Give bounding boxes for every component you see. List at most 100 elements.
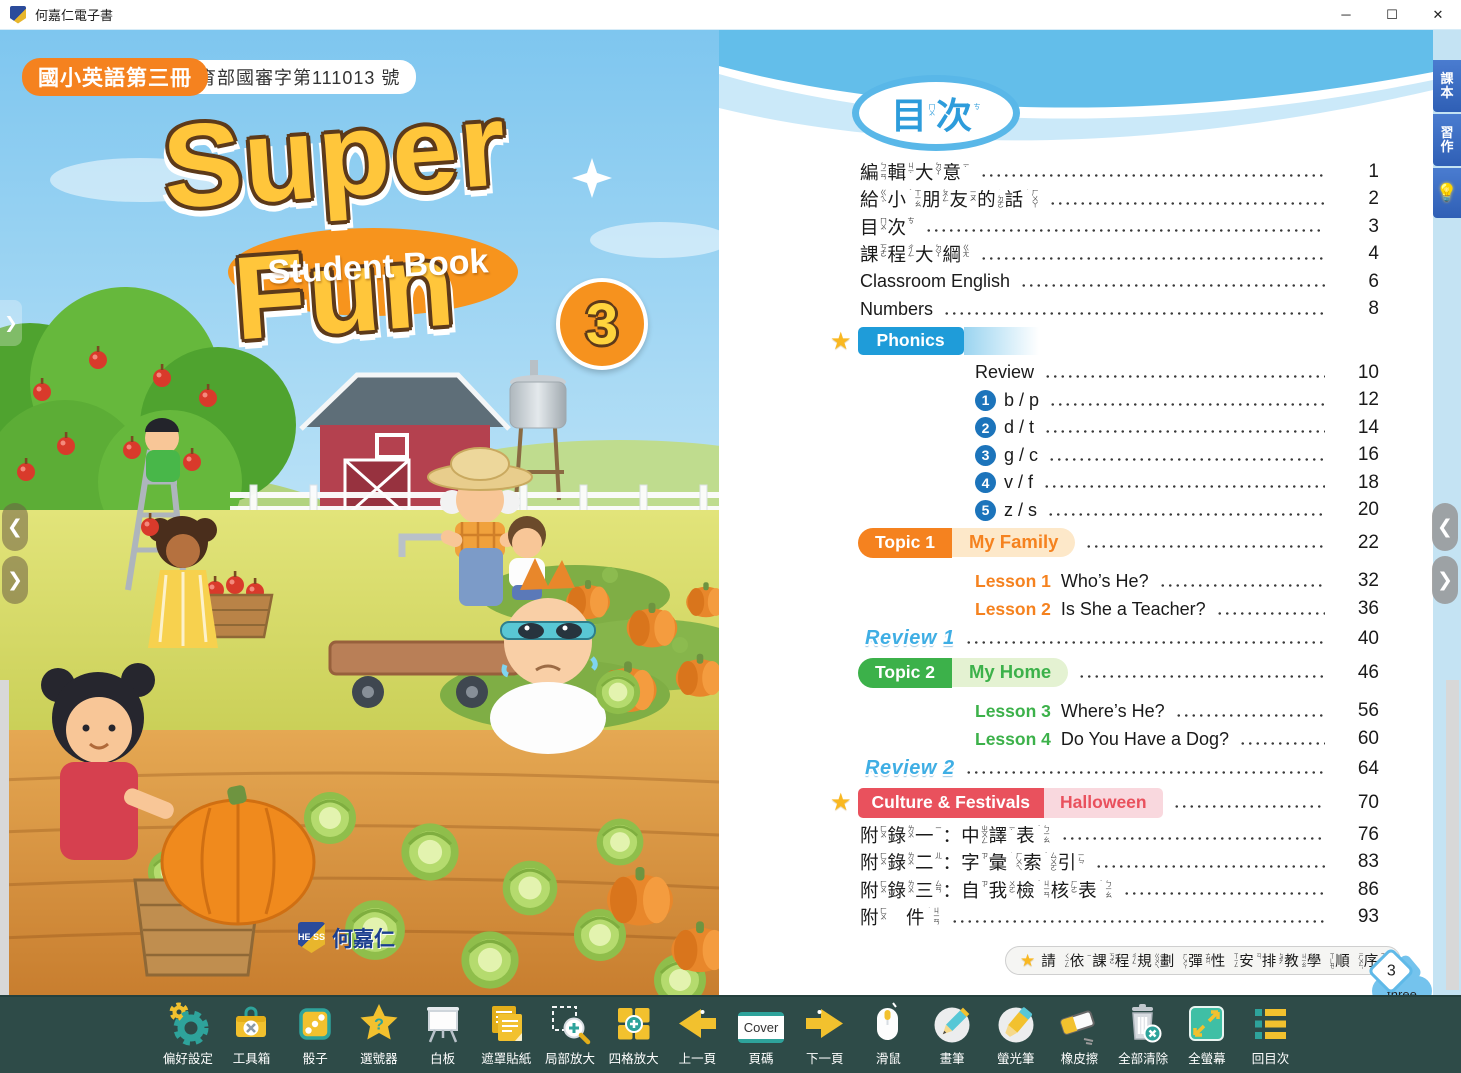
toc-row[interactable]: 4v / f18	[719, 469, 1379, 497]
close-button[interactable]: ✕	[1415, 0, 1461, 29]
toolbar-item-dice[interactable]: 骰子	[283, 997, 347, 1073]
toc-section-phonics[interactable]: ★Phonics	[719, 323, 1379, 359]
toolbar-item-highlighter[interactable]: 螢光筆	[984, 997, 1048, 1073]
review-label: Review 1	[865, 627, 955, 650]
side-tab-workbook[interactable]: 習作	[1433, 114, 1461, 166]
side-tab-textbook[interactable]: 課本	[1433, 60, 1461, 112]
toolbar-item-eraser[interactable]: 橡皮擦	[1048, 997, 1112, 1073]
toolbar-item-quad-zoom[interactable]: 四格放大	[602, 997, 666, 1073]
ruby-char: 索ㄙㄨㄛˇ	[1023, 849, 1058, 875]
toc-review-row[interactable]: Review 140	[719, 623, 1379, 654]
publisher-name: 何嘉仁	[332, 923, 395, 953]
toolbar-item-mask-sticker[interactable]: 遮罩貼紙	[474, 997, 538, 1073]
ruby-char: 彙ㄏㄨㄟˋ	[989, 849, 1024, 875]
toolbar-item-whiteboard[interactable]: 白板	[411, 997, 475, 1073]
toolbar-item-mouse[interactable]: 滑鼠	[857, 997, 921, 1073]
lesson-title: Is She a Teacher?	[1061, 599, 1206, 620]
toc-row[interactable]: 1b / p12	[719, 387, 1379, 415]
toolbar-item-label: 頁碼	[749, 1048, 774, 1067]
right-scrollbar-strip[interactable]	[1446, 680, 1459, 990]
toolbar-item-label: 白板	[430, 1048, 455, 1067]
ruby-char: 表ㄅㄧㄠˇ	[1078, 877, 1113, 903]
publisher-logo: HE SS 何嘉仁	[298, 922, 395, 953]
toc-row[interactable]: 課ㄎㄜˋ程ㄔㄥˊ大ㄉㄚˋ綱ㄍㄤ4	[719, 241, 1379, 269]
toc-page-number: 32	[1335, 570, 1379, 592]
toc-row[interactable]: Review10	[719, 359, 1379, 387]
ruby-char: 中ㄓㄨㄥ	[961, 822, 989, 848]
toc-row[interactable]: 附ㄈㄨˋ錄ㄌㄨˋ二ㄦˋ：字ㄗˋ彙ㄏㄨㄟˋ索ㄙㄨㄛˇ引ㄧㄣˇ83	[719, 849, 1379, 877]
toc-row[interactable]: 2d / t14	[719, 414, 1379, 442]
toolbar-item-next-page[interactable]: 下一頁	[793, 997, 857, 1073]
toc-lesson-row[interactable]: Lesson 3Where’s He?56	[719, 697, 1379, 725]
dot-leader	[1048, 458, 1325, 461]
reader-main-area: 國小英語第三冊 教育部國審字第111013 號 Super Fun Studen…	[0, 30, 1461, 995]
toc-page-number: 22	[1335, 532, 1379, 554]
ruby-char: 教ㄐㄧㄠ	[1284, 950, 1307, 971]
level-badge: 3	[556, 278, 648, 370]
toc-lesson-row[interactable]: Lesson 1Who’s He?32	[719, 567, 1379, 595]
ruby-char: 意ㄧˋ	[943, 159, 971, 185]
side-tab-hint[interactable]: 💡	[1433, 168, 1461, 218]
left-page-edge-strip[interactable]	[0, 680, 9, 995]
toolbar-item-toolbox[interactable]: 工具箱	[220, 997, 284, 1073]
ruby-char: 依ㄧ	[1070, 950, 1093, 971]
app-logo-icon	[10, 6, 26, 24]
toc-culture-row[interactable]: ★Culture & FestivalsHalloween70	[719, 784, 1379, 821]
toolbar-item-area-zoom[interactable]: 局部放大	[538, 997, 602, 1073]
mouse-icon	[865, 1001, 911, 1047]
toolbar-item-fullscreen[interactable]: 全螢幕	[1175, 997, 1239, 1073]
next-page-chevron-left-side[interactable]: ❯	[2, 556, 28, 604]
topic-title: My Home	[952, 658, 1068, 687]
toc-page: 目ㄇㄨˋ次ㄘˋ 編ㄅㄧㄢ輯ㄐㄧˊ大ㄉㄚˋ意ㄧˋ1給ㄍㄟˇ小ㄒㄧㄠˇ朋ㄆㄥˊ友ㄧㄡ…	[719, 30, 1433, 995]
star-icon: ★	[830, 788, 852, 817]
toolbar-item-clear-all[interactable]: 全部清除	[1111, 997, 1175, 1073]
toc-page-number: 10	[1335, 362, 1379, 384]
toolbar-item-label: 滑鼠	[876, 1048, 901, 1067]
toc-lesson-row[interactable]: Lesson 4Do You Have a Dog?60	[719, 725, 1379, 753]
toc-row[interactable]: Classroom English6	[719, 268, 1379, 296]
ruby-char: 的˙ㄉㄜ	[977, 186, 1005, 212]
toc-review-row[interactable]: Review 264	[719, 753, 1379, 784]
ruby-char: 請ㄑㄧㄥˇ	[1041, 950, 1070, 971]
toolbar-item-prev-page[interactable]: 上一頁	[666, 997, 730, 1073]
prev-page-chevron-right-side[interactable]: ❮	[1432, 503, 1458, 551]
ruby-char: 引ㄧㄣˇ	[1058, 849, 1086, 875]
toc-topic-row[interactable]: Topic 2My Home46	[719, 654, 1379, 691]
lightbulb-icon: 💡	[1436, 186, 1457, 200]
toc-row[interactable]: 附ㄈㄨˋ 件ㄐㄧㄢˋ93	[719, 904, 1379, 932]
prev-page-chevron-left-side[interactable]: ❮	[2, 503, 28, 551]
toolbar-item-back-to-toc[interactable]: 回目次	[1239, 997, 1303, 1073]
badge-tail	[964, 327, 1039, 355]
whiteboard-icon	[420, 1001, 466, 1047]
lesson-label: Lesson 1	[975, 571, 1051, 592]
toolbar-item-pen[interactable]: 畫筆	[920, 997, 984, 1073]
ruby-char: 附ㄈㄨˋ	[860, 849, 888, 875]
toolbar-item-label: 回目次	[1252, 1048, 1290, 1067]
toolbar-item-page-number[interactable]: Cover 頁碼	[729, 997, 793, 1073]
lesson-title: Do You Have a Dog?	[1061, 729, 1229, 750]
ruby-char: 次ㄘˋ	[936, 87, 981, 139]
maximize-button[interactable]: ☐	[1369, 0, 1415, 29]
toc-lesson-row[interactable]: Lesson 2Is She a Teacher?36	[719, 595, 1379, 623]
toc-row[interactable]: 3g / c16	[719, 442, 1379, 470]
next-page-chevron-right-side[interactable]: ❯	[1432, 556, 1458, 604]
ruby-char: 綱ㄍㄤ	[943, 241, 971, 267]
star-question-icon: ?	[356, 1001, 402, 1047]
ruby-char: 自ㄗˋ	[961, 877, 989, 903]
ruby-char: ：	[943, 849, 962, 875]
left-flyout-handle[interactable]: ❯	[0, 300, 22, 346]
toc-row[interactable]: 附ㄈㄨˋ錄ㄌㄨˋ三ㄙㄢ：自ㄗˋ我ㄨㄛˇ檢ㄐㄧㄢˇ核ㄏㄜˊ表ㄅㄧㄠˇ86	[719, 876, 1379, 904]
toc-row[interactable]: 附ㄈㄨˋ錄ㄌㄨˋ一ㄧ：中ㄓㄨㄥ譯ㄧˋ表ㄅㄧㄠˇ76	[719, 821, 1379, 849]
ruby-char: 字ㄗˋ	[961, 849, 989, 875]
minimize-button[interactable]: ─	[1323, 0, 1369, 29]
toc-row[interactable]: 編ㄅㄧㄢ輯ㄐㄧˊ大ㄉㄚˋ意ㄧˋ1	[719, 158, 1379, 186]
dot-leader	[1047, 513, 1325, 516]
toc-row[interactable]: 目ㄇㄨˋ次ㄘˋ3	[719, 213, 1379, 241]
toolbar-item-preferences[interactable]: 偏好設定	[156, 997, 220, 1073]
hess-shield-icon: HE SS	[298, 922, 325, 953]
toc-row[interactable]: Numbers8	[719, 296, 1379, 324]
toolbar-item-number-picker[interactable]: ? 選號器	[347, 997, 411, 1073]
toc-topic-row[interactable]: Topic 1My Family22	[719, 524, 1379, 561]
toc-row[interactable]: 5z / s20	[719, 497, 1379, 525]
toc-row[interactable]: 給ㄍㄟˇ小ㄒㄧㄠˇ朋ㄆㄥˊ友ㄧㄡˇ的˙ㄉㄜ話ㄏㄨㄚˋ2	[719, 186, 1379, 214]
